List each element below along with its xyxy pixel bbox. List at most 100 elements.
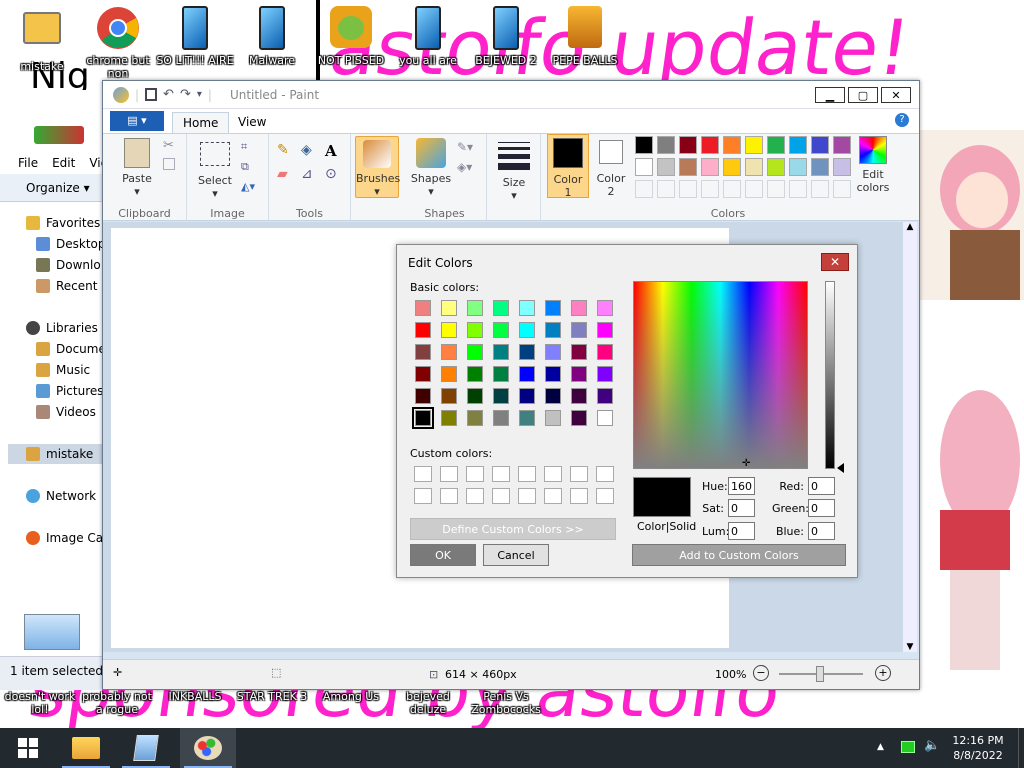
nav-recent[interactable]: Recent P	[36, 279, 109, 293]
organize-button[interactable]: Organize ▾	[26, 181, 90, 195]
palette-swatch[interactable]	[723, 158, 741, 176]
desktop-icon-inkballs[interactable]: INKBALLS	[155, 690, 235, 703]
taskbar-notepad[interactable]	[118, 728, 174, 768]
basic-color-swatch[interactable]	[467, 344, 483, 360]
desktop-icon-pepe-balls[interactable]: PEPE BALLS	[545, 6, 625, 67]
show-hidden-icons-button[interactable]: ▲	[877, 742, 884, 752]
basic-color-swatch[interactable]	[519, 322, 535, 338]
lum-input[interactable]	[728, 522, 755, 540]
desktop-icon-malware[interactable]: Malware	[232, 6, 312, 67]
add-to-custom-colors-button[interactable]: Add to Custom Colors	[632, 544, 846, 566]
desktop-icon-bejewed-2[interactable]: BEJEWED 2	[466, 6, 546, 67]
basic-color-swatch[interactable]	[415, 388, 431, 404]
palette-empty-swatch[interactable]	[723, 180, 741, 198]
palette-swatch[interactable]	[767, 136, 785, 154]
tab-view[interactable]: View	[228, 112, 276, 133]
custom-color-swatch[interactable]	[544, 466, 562, 482]
palette-empty-swatch[interactable]	[679, 180, 697, 198]
zoom-out-button[interactable]: −	[753, 665, 769, 681]
paint-app-icon[interactable]	[113, 86, 129, 103]
tab-home[interactable]: Home	[172, 112, 230, 133]
palette-empty-swatch[interactable]	[811, 180, 829, 198]
blue-input[interactable]	[808, 522, 835, 540]
outline-icon[interactable]: ✎▾	[457, 140, 473, 154]
basic-color-swatch[interactable]	[597, 344, 613, 360]
basic-color-swatch[interactable]	[597, 388, 613, 404]
pencil-icon[interactable]: ✎	[277, 142, 299, 162]
basic-color-swatch[interactable]	[493, 410, 509, 426]
palette-swatch[interactable]	[723, 136, 741, 154]
basic-color-swatch[interactable]	[571, 388, 587, 404]
basic-color-swatch[interactable]	[493, 366, 509, 382]
nav-music[interactable]: Music	[36, 363, 90, 377]
eraser-icon[interactable]: ▰	[277, 166, 299, 186]
basic-color-swatch[interactable]	[571, 366, 587, 382]
palette-swatch[interactable]	[789, 136, 807, 154]
desktop-icon-bejeved[interactable]: bejeved deluze	[388, 690, 468, 716]
basic-color-swatch[interactable]	[597, 322, 613, 338]
shapes-button[interactable]: Shapes ▾	[409, 138, 453, 198]
brushes-button[interactable]: Brushes ▾	[355, 136, 400, 198]
ok-button[interactable]: OK	[410, 544, 476, 566]
basic-color-swatch[interactable]	[493, 388, 509, 404]
nav-mistake[interactable]: mistake	[26, 447, 93, 461]
desktop-icon-doesnt-work[interactable]: doesn't work lol!	[0, 690, 80, 716]
basic-color-swatch[interactable]	[441, 322, 457, 338]
menu-file[interactable]: File	[18, 156, 38, 170]
basic-color-swatch[interactable]	[597, 366, 613, 382]
desktop-icon-you-all-are[interactable]: you all are	[388, 6, 468, 67]
basic-color-swatch[interactable]	[545, 322, 561, 338]
zoom-in-button[interactable]: +	[875, 665, 891, 681]
basic-color-swatch[interactable]	[493, 300, 509, 316]
taskbar-explorer[interactable]	[58, 728, 114, 768]
basic-color-swatch[interactable]	[493, 344, 509, 360]
volume-icon[interactable]: 🔈	[924, 738, 940, 753]
custom-color-swatch[interactable]	[544, 488, 562, 504]
luminosity-slider[interactable]	[825, 281, 835, 469]
custom-color-swatch[interactable]	[492, 488, 510, 504]
redo-icon[interactable]: ↷	[180, 87, 191, 102]
palette-swatch[interactable]	[657, 158, 675, 176]
basic-color-swatch[interactable]	[467, 410, 483, 426]
resize-icon[interactable]: ⧉	[241, 160, 249, 174]
palette-swatch[interactable]	[789, 158, 807, 176]
custom-color-swatch[interactable]	[466, 466, 484, 482]
palette-swatch[interactable]	[811, 136, 829, 154]
color1-button[interactable]: Color 1	[547, 134, 589, 199]
magnifier-icon[interactable]: ⊙	[325, 166, 347, 186]
basic-color-swatch[interactable]	[441, 300, 457, 316]
palette-swatch[interactable]	[833, 136, 851, 154]
luminosity-arrow-icon[interactable]	[837, 463, 844, 473]
basic-color-swatch[interactable]	[415, 344, 431, 360]
cancel-button[interactable]: Cancel	[483, 544, 549, 566]
palette-swatch[interactable]	[635, 158, 653, 176]
custom-color-swatch[interactable]	[570, 466, 588, 482]
fill-shape-icon[interactable]: ◈▾	[457, 160, 472, 174]
basic-color-swatch[interactable]	[415, 300, 431, 316]
palette-empty-swatch[interactable]	[701, 180, 719, 198]
nav-videos[interactable]: Videos	[36, 405, 96, 419]
cut-icon[interactable]: ✂	[163, 138, 174, 153]
custom-color-swatch[interactable]	[440, 466, 458, 482]
basic-color-swatch[interactable]	[545, 300, 561, 316]
basic-color-swatch[interactable]	[519, 300, 535, 316]
palette-swatch[interactable]	[811, 158, 829, 176]
rotate-icon[interactable]: ◭▾	[241, 180, 255, 193]
palette-swatch[interactable]	[767, 158, 785, 176]
size-button[interactable]: Size ▾	[493, 138, 535, 202]
red-input[interactable]	[808, 477, 835, 495]
close-button[interactable]: ✕	[881, 87, 911, 103]
edit-colors-button[interactable]: Edit colors	[851, 136, 895, 194]
vertical-scrollbar[interactable]: ▲ ▼	[903, 222, 917, 652]
define-custom-colors-button[interactable]: Define Custom Colors >>	[410, 518, 616, 540]
basic-color-swatch[interactable]	[519, 366, 535, 382]
palette-empty-swatch[interactable]	[789, 180, 807, 198]
basic-color-swatch[interactable]	[412, 407, 434, 429]
custom-color-swatch[interactable]	[596, 488, 614, 504]
palette-empty-swatch[interactable]	[745, 180, 763, 198]
nav-downloads[interactable]: Downlo	[36, 258, 101, 272]
custom-color-swatch[interactable]	[518, 488, 536, 504]
clock[interactable]: 12:16 PM 8/8/2022	[944, 733, 1012, 763]
desktop-icon-so-lit[interactable]: SO LIT!!! AIRE	[155, 6, 235, 67]
palette-swatch[interactable]	[833, 158, 851, 176]
